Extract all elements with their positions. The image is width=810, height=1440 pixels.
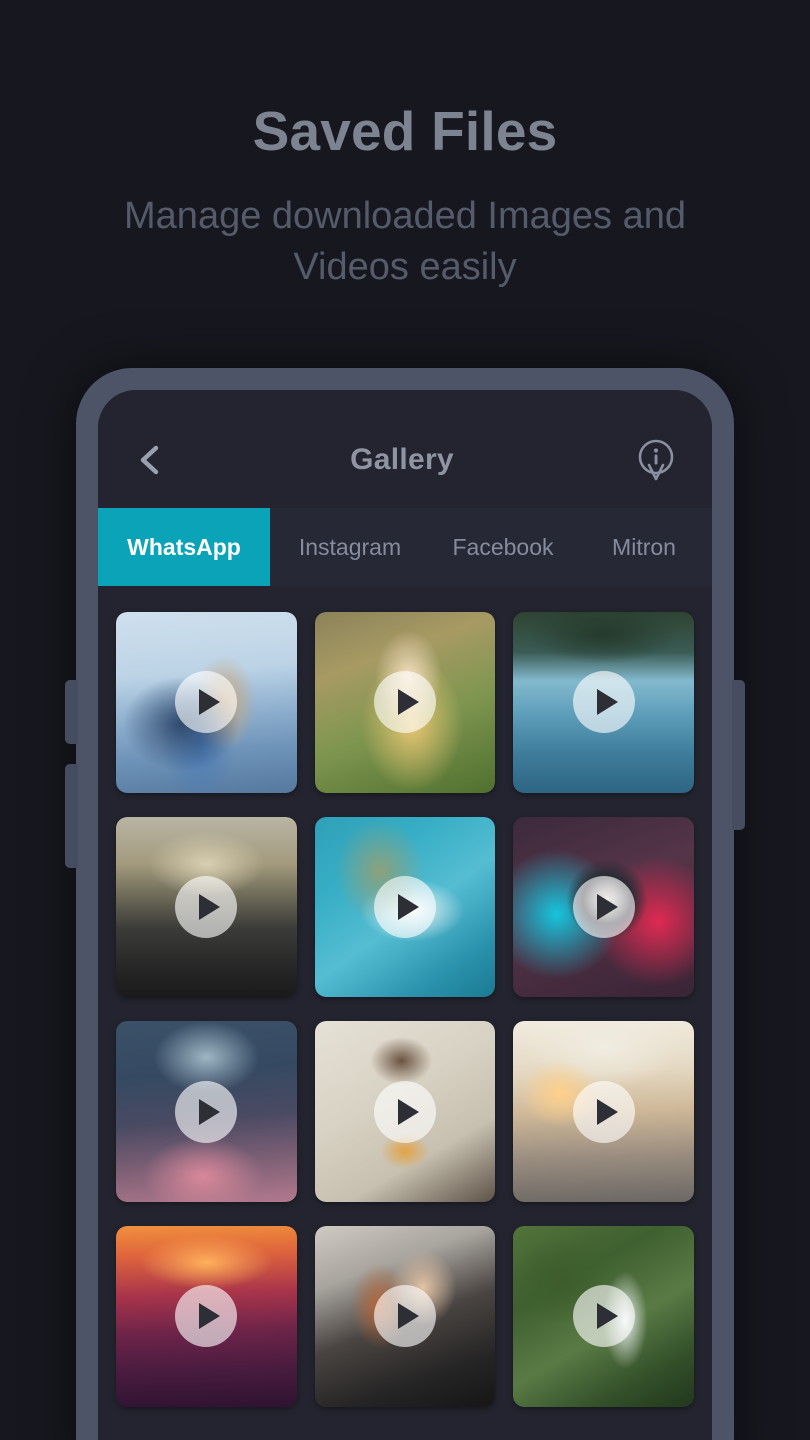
- media-thumbnail[interactable]: [513, 1021, 694, 1203]
- app-screenshot: Saved Files Manage downloaded Images and…: [0, 0, 810, 1440]
- phone-device-frame: Gallery WhatsApp Instagram Facebook Mitr…: [65, 368, 745, 1440]
- page-subtitle: Manage downloaded Images and Videos easi…: [124, 195, 686, 289]
- play-icon[interactable]: [175, 876, 238, 938]
- media-thumbnail[interactable]: [314, 612, 496, 793]
- power-button[interactable]: [732, 680, 745, 830]
- media-thumbnail[interactable]: [513, 612, 694, 793]
- media-thumbnail[interactable]: [314, 1226, 496, 1407]
- volume-down-button[interactable]: [65, 764, 78, 868]
- phone-screen: Gallery WhatsApp Instagram Facebook Mitr…: [98, 390, 712, 1440]
- media-thumbnail[interactable]: [116, 1226, 297, 1407]
- media-thumbnail[interactable]: [116, 816, 297, 998]
- play-icon[interactable]: [572, 671, 635, 734]
- media-thumbnail[interactable]: [116, 1021, 297, 1203]
- info-icon[interactable]: [636, 438, 676, 482]
- play-icon[interactable]: [175, 1080, 238, 1143]
- play-icon[interactable]: [373, 876, 436, 938]
- play-icon[interactable]: [572, 876, 635, 938]
- media-thumbnail[interactable]: [314, 816, 496, 998]
- play-icon[interactable]: [373, 1285, 436, 1348]
- tab-whatsapp[interactable]: WhatsApp: [98, 508, 270, 586]
- media-thumbnail[interactable]: [513, 816, 694, 998]
- play-icon[interactable]: [572, 1285, 635, 1348]
- tab-instagram[interactable]: Instagram: [270, 508, 430, 586]
- source-tab-bar: WhatsApp Instagram Facebook Mitron: [98, 508, 712, 586]
- app-header: Gallery: [98, 390, 712, 508]
- play-icon[interactable]: [373, 1080, 436, 1143]
- volume-up-button[interactable]: [65, 680, 78, 744]
- media-thumbnail[interactable]: [314, 1021, 496, 1203]
- app-bar-title: Gallery: [350, 443, 454, 476]
- play-icon[interactable]: [373, 671, 436, 734]
- tab-mitron[interactable]: Mitron: [576, 508, 712, 586]
- promo-header: Saved Files Manage downloaded Images and…: [0, 0, 810, 294]
- media-thumbnail[interactable]: [513, 1226, 694, 1407]
- media-grid: [98, 586, 712, 1407]
- back-arrow-icon[interactable]: [134, 443, 168, 477]
- page-title: Saved Files: [252, 100, 558, 162]
- tab-facebook[interactable]: Facebook: [430, 508, 576, 586]
- play-icon[interactable]: [572, 1080, 635, 1143]
- media-thumbnail[interactable]: [116, 612, 297, 793]
